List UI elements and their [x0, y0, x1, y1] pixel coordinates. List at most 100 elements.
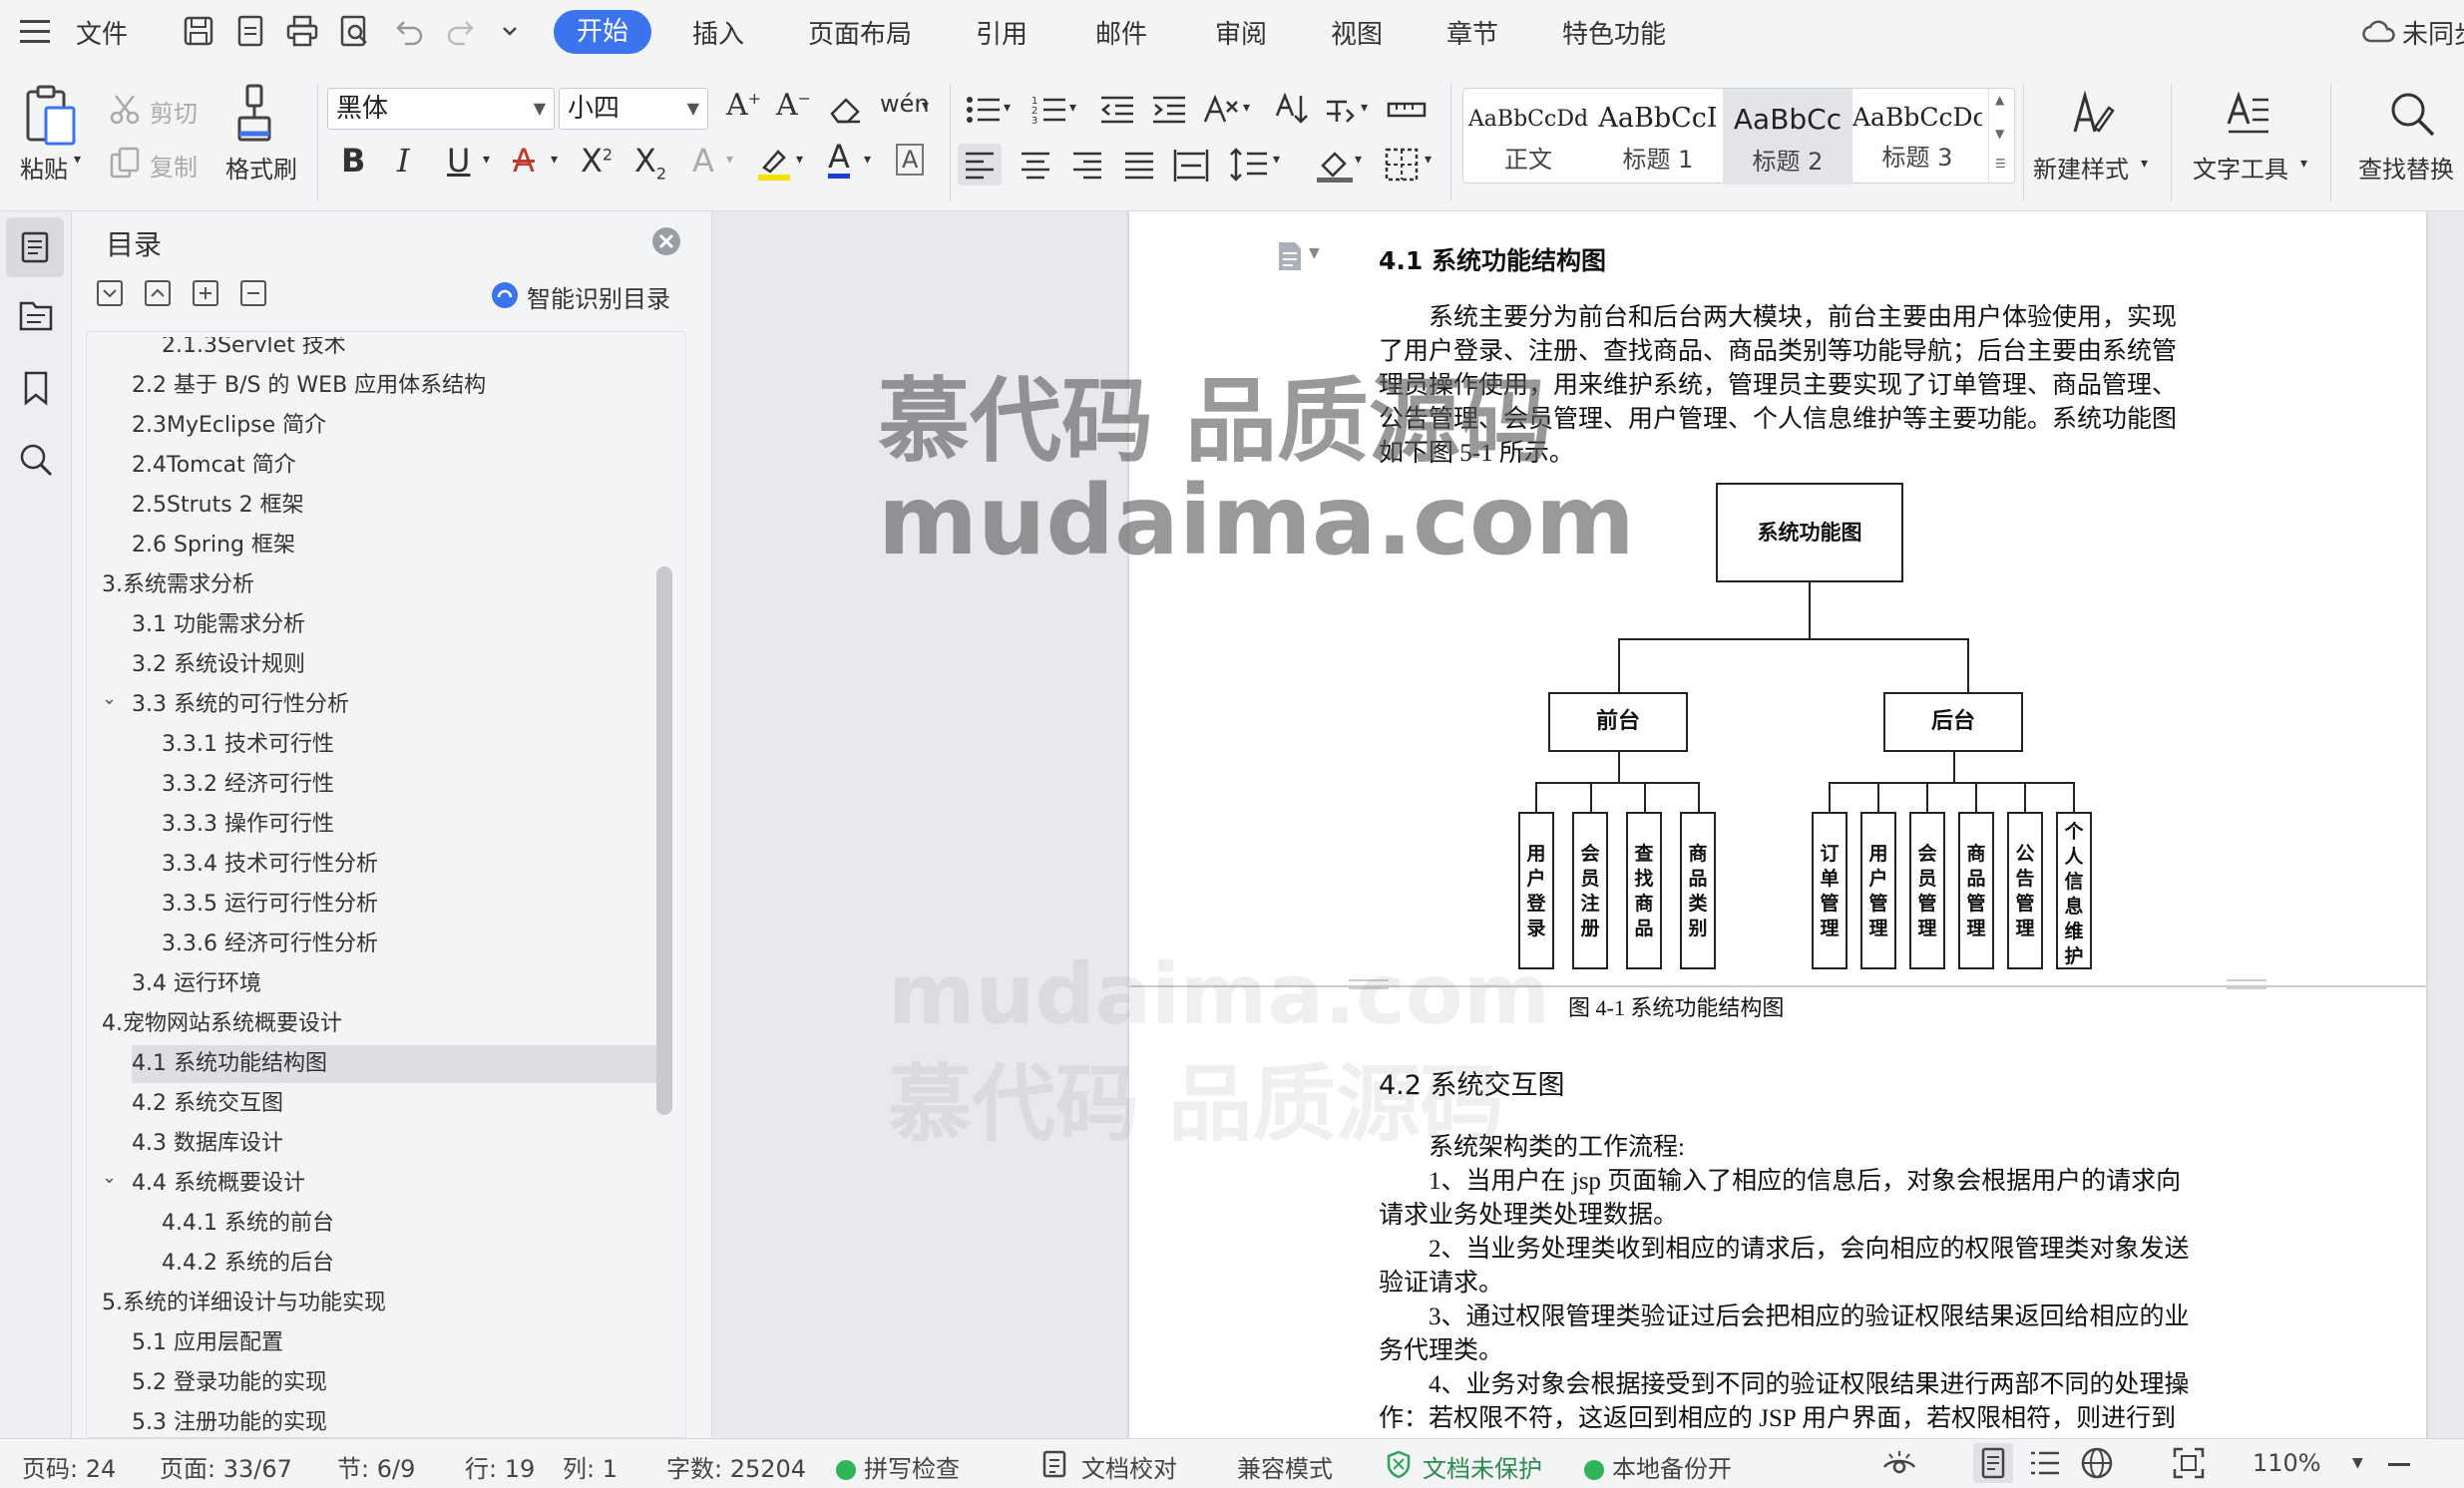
numbered-list-icon[interactable]: 123 — [1031, 94, 1067, 126]
sort-icon[interactable] — [1273, 92, 1309, 126]
format-painter-icon[interactable] — [235, 82, 275, 148]
toc-item[interactable]: 2.6 Spring 框架 — [88, 527, 656, 564]
text-tools-icon[interactable] — [2225, 88, 2272, 140]
document-proof-button[interactable]: 文档校对 — [1081, 1449, 1177, 1484]
close-icon[interactable] — [650, 225, 682, 257]
eye-protection-icon[interactable] — [1881, 1447, 1917, 1481]
align-left-button[interactable] — [958, 144, 1002, 186]
tab-insert[interactable]: 插入 — [692, 14, 744, 51]
expand-gallery-icon[interactable]: ☰ — [1995, 157, 2006, 171]
toc-item[interactable]: 5.1 应用层配置 — [88, 1324, 656, 1362]
chevron-down-icon[interactable]: ▾ — [483, 152, 490, 168]
justify-icon[interactable] — [1117, 144, 1161, 186]
chevron-down-icon[interactable]: ▼ — [1309, 245, 1320, 261]
toc-item[interactable]: 2.5Struts 2 框架 — [88, 487, 656, 525]
increase-indent-icon[interactable] — [1151, 94, 1187, 126]
chevron-down-icon[interactable]: ▾ — [726, 152, 733, 168]
zoom-level[interactable]: 110% — [2253, 1449, 2321, 1477]
distributed-align-icon[interactable] — [1169, 144, 1213, 186]
document-proof-icon[interactable] — [1041, 1449, 1069, 1479]
tab-special-features[interactable]: 特色功能 — [1562, 14, 1666, 51]
paste-button[interactable]: 粘贴 — [20, 150, 68, 185]
chapter-nav-icon[interactable] — [17, 297, 55, 335]
chevron-down-icon[interactable]: ▾ — [1361, 100, 1368, 116]
chevron-down-icon[interactable]: ▾ — [922, 98, 929, 114]
toc-item[interactable]: 3.3.4 技术可行性分析 — [88, 846, 656, 884]
style-heading-1[interactable]: AaBbCcI 标题 1 — [1593, 89, 1723, 185]
status-column[interactable]: 列: 1 — [563, 1449, 617, 1484]
scissors-icon[interactable] — [108, 92, 142, 126]
toc-item[interactable]: 4.3 数据库设计 — [88, 1125, 656, 1163]
font-color-icon[interactable]: A — [828, 140, 850, 179]
character-border-icon[interactable]: A — [896, 144, 925, 176]
font-name-select[interactable]: 黑体 ▼ — [327, 88, 555, 130]
borders-icon[interactable] — [1381, 144, 1425, 186]
toc-item[interactable]: 4.4.2 系统的后台 — [88, 1245, 656, 1283]
file-menu[interactable]: 文件 — [76, 14, 128, 51]
toc-item[interactable]: 4.1 系统功能结构图 — [132, 1045, 656, 1083]
chevron-down-icon[interactable]: ▾ — [1425, 152, 1432, 168]
toc-item[interactable]: ⌄ 4.4 系统概要设计 — [88, 1165, 656, 1203]
chevron-down-icon[interactable]: ▾ — [1355, 152, 1362, 168]
superscript-icon[interactable]: X2 — [581, 142, 613, 180]
tab-chapter[interactable]: 章节 — [1446, 14, 1498, 51]
document-view-icon[interactable] — [1273, 239, 1307, 273]
status-page-number[interactable]: 页码: 24 — [22, 1449, 116, 1484]
page-view-button[interactable] — [1973, 1443, 2013, 1483]
chevron-down-icon[interactable]: ⌄ — [102, 680, 117, 718]
status-section[interactable]: 节: 6/9 — [337, 1449, 415, 1484]
toc-item[interactable]: 2.4Tomcat 简介 — [88, 447, 656, 485]
chevron-down-icon[interactable]: ▾ — [796, 152, 803, 168]
chevron-down-icon[interactable]: ▾ — [551, 152, 558, 168]
style-heading-2[interactable]: AaBbCc 标题 2 — [1723, 89, 1852, 185]
toc-item[interactable]: 3.3.1 技术可行性 — [88, 726, 656, 764]
toc-item[interactable]: 4.2 系统交互图 — [88, 1085, 656, 1123]
zoom-out-icon[interactable] — [2388, 1463, 2410, 1466]
status-page[interactable]: 页面: 33/67 — [160, 1449, 292, 1484]
style-normal[interactable]: AaBbCcDd 正文 — [1463, 89, 1593, 185]
save-icon[interactable] — [182, 14, 215, 48]
ruler-icon[interactable] — [1387, 98, 1427, 122]
collapse-all-icon[interactable] — [144, 279, 172, 307]
document-protect-status[interactable]: 文档未保护 — [1423, 1449, 1542, 1484]
chevron-down-icon[interactable]: ▾ — [1004, 100, 1011, 116]
styles-scroll[interactable]: ▲ ▼ ☰ — [1988, 89, 2014, 183]
align-center-icon[interactable] — [1014, 144, 1057, 186]
fit-page-icon[interactable] — [2171, 1445, 2207, 1481]
chevron-down-icon[interactable]: ▾ — [1273, 152, 1280, 168]
tab-view[interactable]: 视图 — [1331, 14, 1383, 51]
toc-item[interactable]: 5.2 登录功能的实现 — [88, 1364, 656, 1402]
strikethrough-icon[interactable]: A — [513, 142, 535, 180]
search-icon[interactable] — [17, 441, 55, 479]
spell-check-button[interactable]: 拼写检查 — [836, 1449, 960, 1484]
chevron-down-icon[interactable]: ▼ — [1995, 127, 2004, 141]
toc-item[interactable]: 3.3.2 经济可行性 — [88, 766, 656, 804]
chevron-down-icon[interactable]: ▾ — [2141, 156, 2148, 172]
chevron-down-icon[interactable]: ▾ — [2300, 156, 2307, 172]
decrease-indent-icon[interactable] — [1099, 94, 1135, 126]
tab-home[interactable]: 开始 — [554, 10, 651, 54]
cut-button[interactable]: 剪切 — [150, 94, 198, 129]
toc-item[interactable]: 3.3.3 操作可行性 — [88, 806, 656, 844]
toc-item[interactable]: 2.1.3Servlet 技术 — [88, 337, 656, 365]
highlight-color-icon[interactable] — [756, 146, 792, 182]
tab-review[interactable]: 审阅 — [1215, 14, 1267, 51]
chevron-down-icon[interactable]: ▾ — [1069, 100, 1076, 116]
format-painter-button[interactable]: 格式刷 — [225, 150, 297, 185]
sync-status[interactable]: 未同步 — [2402, 14, 2464, 51]
hamburger-menu-icon[interactable] — [20, 18, 52, 46]
shading-icon[interactable] — [1313, 144, 1357, 186]
toc-item[interactable]: ⌄4.宠物网站系统概要设计 — [88, 1005, 656, 1043]
toc-item[interactable]: 3.1 功能需求分析 — [88, 606, 656, 644]
expand-all-icon[interactable] — [96, 279, 124, 307]
add-heading-icon[interactable] — [192, 279, 219, 307]
chevron-down-icon[interactable]: ⌄ — [102, 1159, 117, 1197]
italic-icon[interactable]: I — [397, 142, 410, 180]
export-pdf-icon[interactable] — [233, 14, 267, 48]
line-spacing-icon[interactable] — [1227, 144, 1271, 186]
text-tools-button[interactable]: 文字工具 — [2193, 150, 2288, 185]
toc-item[interactable]: 3.3.5 运行可行性分析 — [88, 886, 656, 924]
tab-page-layout[interactable]: 页面布局 — [808, 14, 912, 51]
toc-item[interactable]: ⌄5.系统的详细设计与功能实现 — [88, 1285, 656, 1322]
clear-format-icon[interactable] — [828, 94, 864, 128]
